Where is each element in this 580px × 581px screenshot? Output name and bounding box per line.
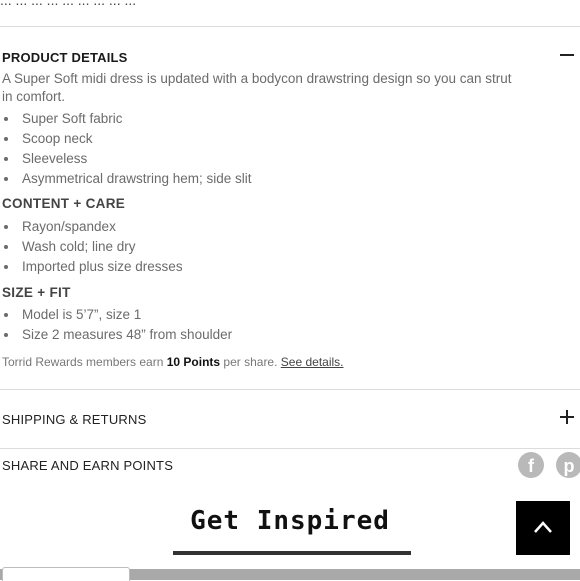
see-details-link[interactable]: See details. <box>281 355 344 369</box>
list-item: Super Soft fabric <box>2 109 252 129</box>
truncated-top-text: ... ... ... ... ... ... ... ... ... <box>0 0 580 6</box>
bullet-icon <box>4 117 8 121</box>
rewards-note: Torrid Rewards members earn 10 Points pe… <box>2 355 344 369</box>
list-item: Imported plus size dresses <box>2 257 183 277</box>
description-line: A Super Soft midi dress is updated with … <box>2 71 512 86</box>
bullet-icon <box>4 313 8 317</box>
chevron-up-icon <box>534 521 552 533</box>
list-item: Model is 5’7”, size 1 <box>2 305 232 325</box>
product-details-title[interactable]: PRODUCT DETAILS <box>2 50 128 65</box>
divider <box>0 389 580 390</box>
list-item: Rayon/spandex <box>2 217 183 237</box>
bullet-icon <box>4 157 8 161</box>
bullet-icon <box>4 137 8 141</box>
get-inspired-heading: Get Inspired <box>190 506 390 536</box>
size-fit-list: Model is 5’7”, size 1 Size 2 measures 48… <box>2 305 232 345</box>
product-description: A Super Soft midi dress is updated with … <box>2 70 578 106</box>
divider <box>0 26 580 27</box>
facebook-icon[interactable]: f <box>518 452 544 478</box>
list-item: Wash cold; line dry <box>2 237 183 257</box>
list-item: Sleeveless <box>2 149 252 169</box>
bottom-tab[interactable] <box>2 567 130 581</box>
list-item: Asymmetrical drawstring hem; side slit <box>2 169 252 189</box>
heading-underline <box>173 551 411 555</box>
size-fit-heading: SIZE + FIT <box>2 285 71 300</box>
content-care-heading: CONTENT + CARE <box>2 196 126 211</box>
share-earn-title: SHARE AND EARN POINTS <box>2 458 174 473</box>
bullet-icon <box>4 177 8 181</box>
rewards-points: 10 Points <box>166 355 221 369</box>
list-item: Size 2 measures 48” from shoulder <box>2 325 232 345</box>
divider <box>0 448 580 449</box>
bullet-icon <box>4 225 8 229</box>
bullet-icon <box>4 245 8 249</box>
content-care-list: Rayon/spandex Wash cold; line dry Import… <box>2 217 183 277</box>
description-line: in comfort. <box>2 89 66 104</box>
features-list: Super Soft fabric Scoop neck Sleeveless … <box>2 109 252 189</box>
expand-icon[interactable] <box>560 410 574 424</box>
bullet-icon <box>4 333 8 337</box>
back-to-top-button[interactable] <box>516 501 570 555</box>
bullet-icon <box>4 265 8 269</box>
list-item: Scoop neck <box>2 129 252 149</box>
pinterest-icon[interactable]: p <box>556 452 580 478</box>
collapse-icon[interactable] <box>560 54 574 56</box>
shipping-returns-title[interactable]: SHIPPING & RETURNS <box>2 412 146 427</box>
